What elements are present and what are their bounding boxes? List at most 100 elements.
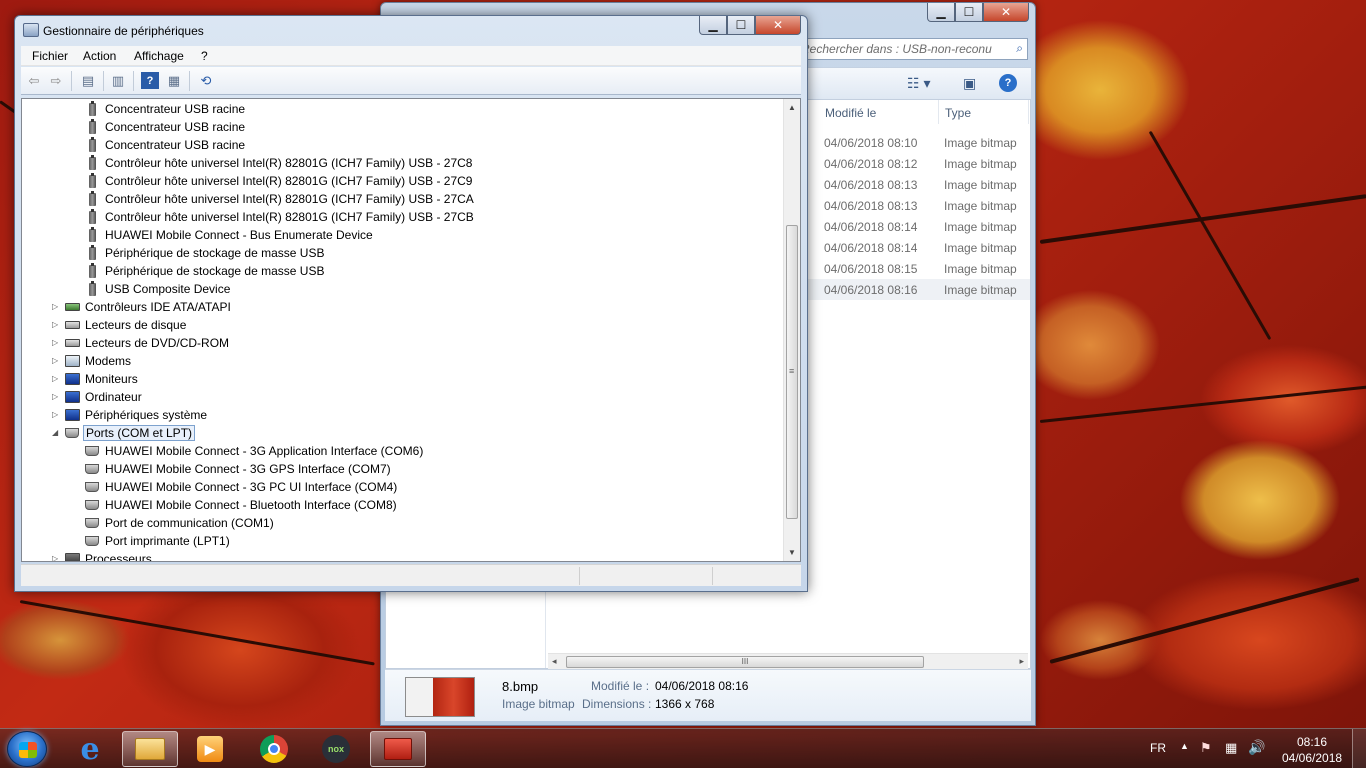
expand-arrow-icon[interactable]: ▷: [52, 374, 58, 383]
vertical-scrollbar[interactable]: ▲ ≡ ▼: [783, 99, 800, 561]
show-hide-console-tree-icon[interactable]: ▤: [79, 72, 97, 89]
nox-player-icon: nox: [322, 735, 350, 763]
clock-date[interactable]: 04/06/2018: [1282, 751, 1342, 768]
scrollbar-thumb[interactable]: III: [566, 656, 924, 668]
usb-device-item-label: USB Composite Device: [105, 282, 231, 296]
language-indicator[interactable]: FR: [1150, 741, 1166, 768]
port-device-item[interactable]: HUAWEI Mobile Connect - 3G GPS Interface…: [84, 460, 393, 478]
chrome-button[interactable]: [246, 731, 302, 767]
scroll-left-icon[interactable]: ◂: [552, 656, 557, 667]
usb-device-icon-shape: [88, 244, 96, 260]
start-button[interactable]: [7, 731, 47, 767]
port-device-item[interactable]: Port imprimante (LPT1): [84, 532, 232, 550]
category-ports[interactable]: Ports (COM et LPT): [64, 424, 196, 442]
usb-device-icon: [84, 226, 100, 243]
modified-label: Modifié le :: [591, 679, 650, 693]
menu-fichier[interactable]: Fichier: [32, 49, 68, 63]
category-item[interactable]: Modems: [64, 352, 133, 370]
show-desktop-button[interactable]: [1352, 729, 1366, 768]
port-device-item[interactable]: HUAWEI Mobile Connect - Bluetooth Interf…: [84, 496, 399, 514]
expand-arrow-icon[interactable]: ▷: [52, 356, 58, 365]
collapse-arrow-icon[interactable]: ◢: [52, 428, 58, 437]
file-type: Image bitmap: [944, 157, 1017, 171]
search-input[interactable]: Rechercher dans : USB-non-reconu ⌕: [806, 38, 1028, 60]
usb-device-item[interactable]: Concentrateur USB racine: [84, 136, 247, 154]
menu-action[interactable]: Action: [83, 49, 116, 63]
toolbar-separator: [71, 71, 72, 91]
expand-arrow-icon[interactable]: ▷: [52, 320, 58, 329]
category-item[interactable]: Moniteurs: [64, 370, 140, 388]
show-hidden-icons-icon[interactable]: ▲: [1180, 741, 1189, 768]
usb-device-item[interactable]: Concentrateur USB racine: [84, 100, 247, 118]
usb-device-item[interactable]: Périphérique de stockage de masse USB: [84, 262, 326, 280]
usb-device-item[interactable]: Contrôleur hôte universel Intel(R) 82801…: [84, 172, 474, 190]
scroll-right-icon[interactable]: ▸: [1019, 656, 1024, 667]
column-header-modified[interactable]: Modifié le: [819, 100, 939, 124]
file-explorer-button[interactable]: [122, 731, 178, 767]
port-device-item[interactable]: Port de communication (COM1): [84, 514, 276, 532]
menu-help[interactable]: ?: [201, 49, 208, 63]
usb-device-item-label: Contrôleur hôte universel Intel(R) 82801…: [105, 156, 473, 170]
scroll-up-icon[interactable]: ▲: [788, 103, 796, 112]
device-manager-taskbar-button[interactable]: [370, 731, 426, 767]
horizontal-scrollbar[interactable]: ◂ III ▸: [548, 653, 1028, 670]
usb-device-item-label: Concentrateur USB racine: [105, 102, 246, 116]
action-center-icon[interactable]: ⚑: [1200, 740, 1212, 768]
port-device-item-label: HUAWEI Mobile Connect - 3G GPS Interface…: [105, 462, 391, 476]
back-arrow-icon[interactable]: ⇦: [25, 72, 43, 89]
usb-device-item[interactable]: Contrôleur hôte universel Intel(R) 82801…: [84, 208, 476, 226]
usb-device-item[interactable]: Contrôleur hôte universel Intel(R) 82801…: [84, 190, 476, 208]
action-pane-icon[interactable]: ▦: [165, 72, 183, 89]
maximize-button[interactable]: ☐: [955, 3, 983, 22]
toolbar-separator: [103, 71, 104, 91]
category-item[interactable]: Périphériques système: [64, 406, 209, 424]
properties-icon[interactable]: ▥: [109, 72, 127, 89]
nox-player-button[interactable]: nox: [308, 731, 364, 767]
usb-device-item[interactable]: Concentrateur USB racine: [84, 118, 247, 136]
scan-hardware-icon[interactable]: ⟲: [197, 72, 215, 89]
usb-device-item[interactable]: Périphérique de stockage de masse USB: [84, 244, 326, 262]
file-thumbnail: [405, 677, 475, 717]
help-icon[interactable]: ?: [141, 72, 159, 89]
wallpaper-branch: [19, 600, 375, 666]
category-processors[interactable]: Processeurs: [64, 550, 154, 561]
media-player-button[interactable]: ▶: [182, 731, 238, 767]
media-player-icon: ▶: [197, 736, 223, 762]
maximize-button[interactable]: ☐: [727, 16, 755, 35]
file-modified: 04/06/2018 08:16: [824, 283, 918, 297]
expand-arrow-icon[interactable]: ▷: [52, 302, 58, 311]
device-tree[interactable]: Concentrateur USB racine Concentrateur US…: [21, 98, 801, 562]
network-icon[interactable]: ▦: [1225, 740, 1237, 768]
forward-arrow-icon[interactable]: ⇨: [47, 72, 65, 89]
expand-arrow-icon[interactable]: ▷: [52, 392, 58, 401]
column-header-type[interactable]: Type: [939, 100, 1029, 124]
close-button[interactable]: ✕: [755, 16, 801, 35]
category-item[interactable]: Ordinateur: [64, 388, 144, 406]
ide-controller-icon: [64, 299, 80, 315]
category-item[interactable]: Lecteurs de DVD/CD-ROM: [64, 334, 231, 352]
usb-device-item[interactable]: HUAWEI Mobile Connect - Bus Enumerate De…: [84, 226, 375, 244]
minimize-button[interactable]: ▁: [699, 16, 727, 35]
scroll-down-icon[interactable]: ▼: [788, 548, 796, 557]
volume-icon[interactable]: 🔊: [1248, 739, 1265, 768]
help-icon[interactable]: ?: [999, 74, 1017, 92]
category-item[interactable]: Lecteurs de disque: [64, 316, 188, 334]
expand-arrow-icon[interactable]: ▷: [52, 338, 58, 347]
usb-device-item[interactable]: Contrôleur hôte universel Intel(R) 82801…: [84, 154, 474, 172]
expand-arrow-icon[interactable]: ▷: [52, 554, 58, 561]
expand-arrow-icon[interactable]: ▷: [52, 410, 58, 419]
port-device-item[interactable]: HUAWEI Mobile Connect - 3G PC UI Interfa…: [84, 478, 399, 496]
details-pane: 8.bmp Image bitmap Modifié le : 04/06/20…: [385, 669, 1031, 721]
view-options-icon[interactable]: ☷ ▾: [907, 75, 930, 92]
preview-pane-icon[interactable]: ▣: [963, 75, 976, 92]
search-icon[interactable]: ⌕: [1016, 41, 1023, 56]
minimize-button[interactable]: ▁: [927, 3, 955, 22]
port-device-item[interactable]: HUAWEI Mobile Connect - 3G Application I…: [84, 442, 425, 460]
device-manager-window[interactable]: Gestionnaire de périphériques ▁ ☐ ✕ Fich…: [14, 15, 808, 592]
usb-device-item[interactable]: USB Composite Device: [84, 280, 232, 298]
close-button[interactable]: ✕: [983, 3, 1029, 22]
usb-device-item-label: Contrôleur hôte universel Intel(R) 82801…: [105, 192, 474, 206]
internet-explorer-button[interactable]: e: [62, 731, 118, 767]
category-item[interactable]: Contrôleurs IDE ATA/ATAPI: [64, 298, 233, 316]
menu-affichage[interactable]: Affichage: [134, 49, 184, 63]
